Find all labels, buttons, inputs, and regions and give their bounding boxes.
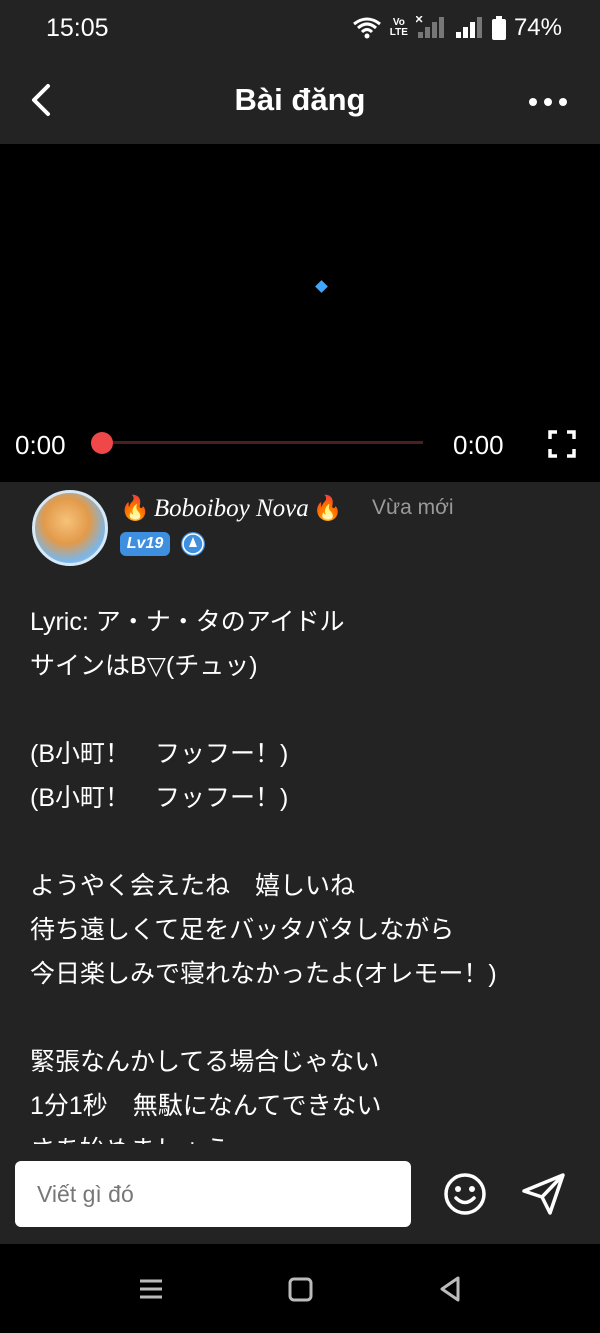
status-bar: 15:05 Vo LTE 74% xyxy=(0,0,600,60)
video-duration: 0:00 xyxy=(453,430,504,460)
battery-icon xyxy=(491,16,506,40)
status-icons: Vo LTE 74% xyxy=(352,14,562,42)
seek-bar[interactable] xyxy=(100,441,423,444)
author-name[interactable]: 🔥 Boboiboy Nova 🔥 xyxy=(120,494,343,523)
fullscreen-button[interactable] xyxy=(548,430,576,458)
page-title: Bài đăng xyxy=(234,82,366,117)
comment-input[interactable] xyxy=(15,1161,411,1227)
back-triangle-icon xyxy=(440,1276,460,1302)
post-content: 🔥 Boboiboy Nova 🔥 Vừa mới Lv19 Lyric: ア・… xyxy=(0,482,600,1144)
fire-icon: 🔥 xyxy=(312,496,343,522)
recent-apps-button[interactable] xyxy=(136,1274,166,1304)
post-text: Lyric: ア・ナ・タのアイドル サインはB▽(チュッ) (B小町！ フッフー… xyxy=(30,608,497,1144)
system-nav-bar xyxy=(0,1244,600,1333)
volte-icon: Vo LTE xyxy=(389,17,408,38)
app-bar: Bài đăng xyxy=(0,60,600,144)
recent-apps-icon xyxy=(140,1279,162,1299)
author-name-text: Boboiboy Nova xyxy=(153,494,309,522)
more-options-button[interactable] xyxy=(528,90,568,114)
send-icon xyxy=(522,1173,565,1215)
rank-badge-icon xyxy=(181,532,205,556)
seek-thumb[interactable] xyxy=(91,432,113,454)
loading-spinner-icon xyxy=(315,280,328,293)
fire-icon: 🔥 xyxy=(120,496,150,522)
comment-composer xyxy=(0,1144,600,1244)
avatar[interactable] xyxy=(32,490,108,566)
more-horizontal-icon xyxy=(529,98,567,106)
send-button[interactable] xyxy=(520,1171,568,1217)
wifi-icon xyxy=(352,17,381,39)
signal-off-icon xyxy=(415,16,444,38)
level-badge: Lv19 xyxy=(120,532,170,556)
home-button[interactable] xyxy=(286,1274,316,1304)
signal-icon xyxy=(455,17,482,38)
fullscreen-icon xyxy=(548,430,576,458)
post-timestamp: Vừa mới xyxy=(372,496,454,519)
emoji-button[interactable] xyxy=(442,1171,488,1217)
video-current-time: 0:00 xyxy=(15,430,66,460)
emoji-icon xyxy=(444,1173,486,1215)
home-icon xyxy=(288,1277,313,1302)
back-nav-button[interactable] xyxy=(436,1274,466,1304)
video-player[interactable]: 0:00 0:00 xyxy=(0,144,600,482)
status-time: 15:05 xyxy=(46,14,109,42)
battery-percent: 74% xyxy=(513,14,562,41)
